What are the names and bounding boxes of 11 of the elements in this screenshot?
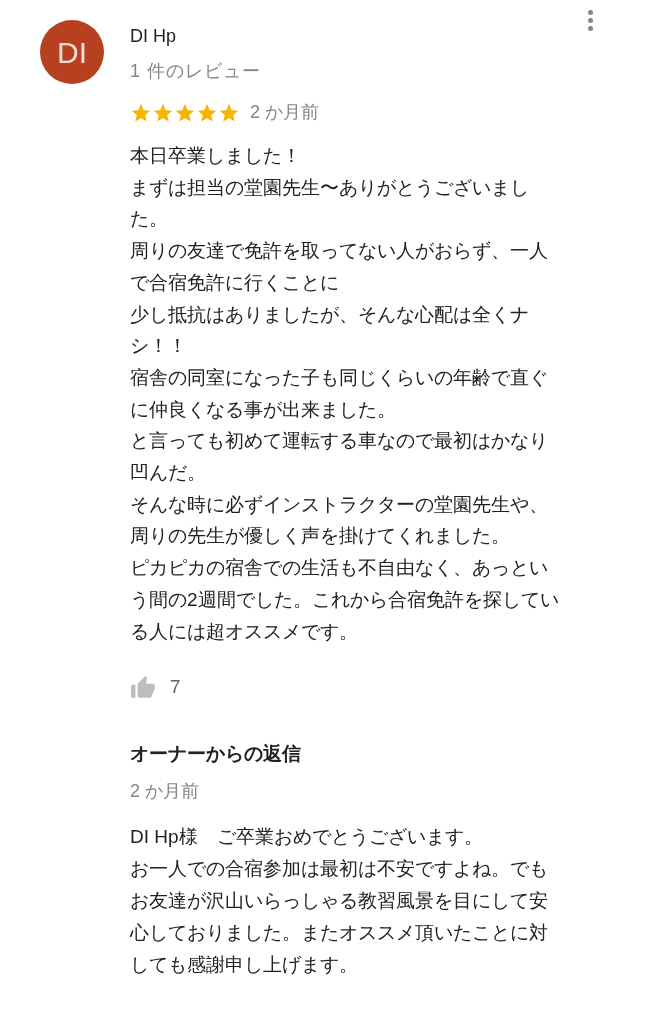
review-count: 1 件のレビュー — [130, 60, 261, 83]
review-date: 2 か月前 — [250, 101, 319, 124]
reply-date: 2 か月前 — [130, 780, 199, 804]
avatar: DI — [40, 20, 104, 84]
like-count: 7 — [170, 675, 181, 700]
reply-text: DI Hp様 ご卒業おめでとうございます。 お一人での合宿参加は最初は不安ですよね。でも お友達が沢山いらっしゃる教習風景を目にして安 心しておりました。またオススメ頂いたことに対 しても感謝申し上げます。 — [130, 825, 548, 978]
thumbs-up-icon[interactable] — [130, 674, 156, 701]
reply-heading: オーナーからの返信 — [130, 741, 301, 766]
author-name: DI Hp — [130, 25, 176, 48]
review-text: 本日卒業しました！ まずは担当の堂園先生〜ありがとうございまし た。 周りの友達で免許を取ってない人がおらず、一人 で合宿免許に行くことに 少し抵抗はありましたが、そんな心配は全くナ シ！！ 宿舎の同室になった子も同じくらいの年齢で直ぐ に仲良くなる事が出来ました。 と言っても初めて運転する車なので最初はかなり 凹んだ。 そんな時に必ずインストラクターの堂園先生や、 周りの先生が優しく声を掛けてくれました。 ピカピカの宿舎での生活も不自由なく、あっとい う間の2週間でした。これから合宿免許を探してい る人には超オススメです。 — [130, 144, 559, 644]
more-options-icon[interactable] — [586, 10, 594, 31]
